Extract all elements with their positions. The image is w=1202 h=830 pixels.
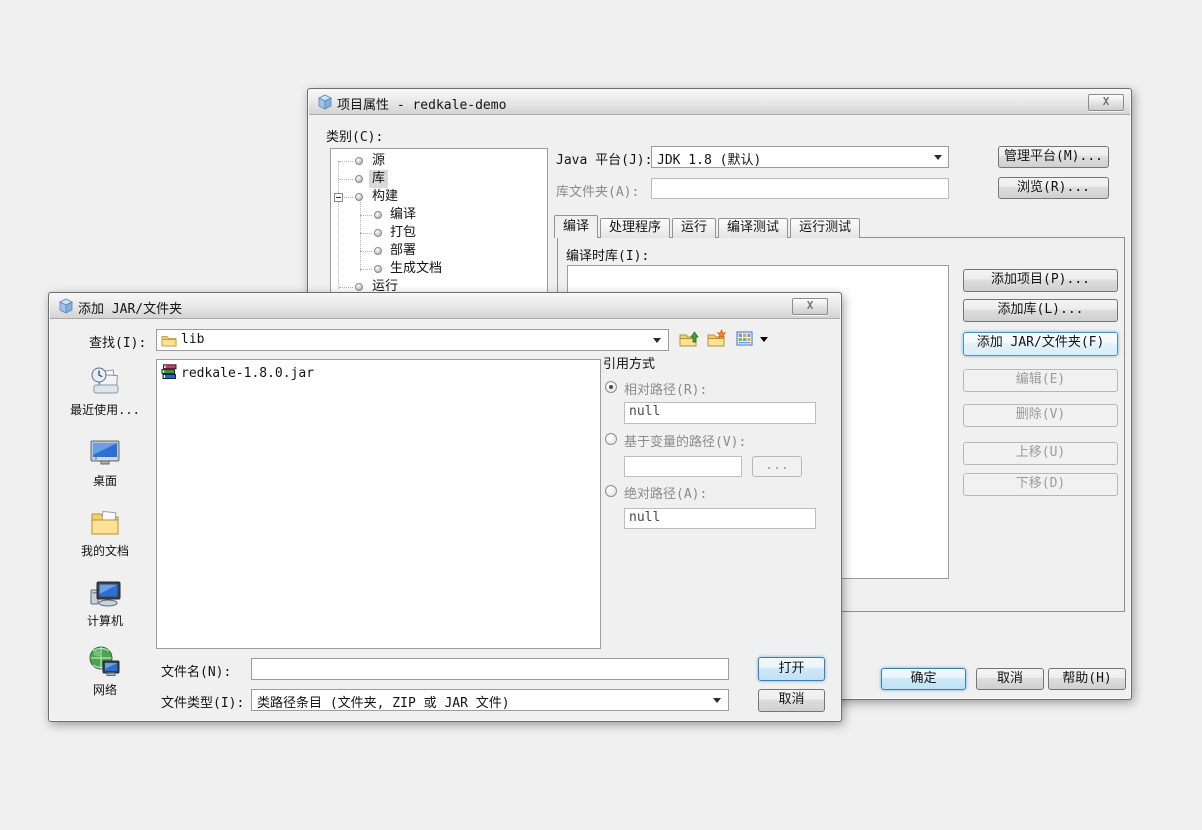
tab-run-tests[interactable]: 运行测试 <box>790 218 860 238</box>
java-platform-label: Java 平台(J): <box>556 149 652 168</box>
place-my-documents[interactable]: 我的文档 <box>61 506 149 559</box>
move-down-button[interactable]: 下移(D) <box>963 473 1118 496</box>
edit-button[interactable]: 编辑(E) <box>963 369 1118 392</box>
remove-button[interactable]: 删除(V) <box>963 404 1118 427</box>
variable-path-field[interactable] <box>624 456 742 477</box>
close-icon[interactable]: X <box>1088 94 1124 111</box>
app-cube-icon <box>58 298 74 314</box>
node-bullet-icon <box>355 283 363 291</box>
properties-titlebar[interactable]: 项目属性 - redkale-demo X <box>309 90 1130 115</box>
file-type-label: 文件类型(I): <box>161 692 244 711</box>
category-label: 类别(C): <box>326 126 383 145</box>
absolute-path-label: 绝对路径(A): <box>624 483 707 502</box>
java-platform-select[interactable]: JDK 1.8 (默认) <box>651 146 949 168</box>
relative-path-radio[interactable] <box>605 381 617 393</box>
absolute-path-field[interactable]: null <box>624 508 816 529</box>
tree-item-deployment[interactable]: 部署 <box>331 242 547 260</box>
collapse-expander-icon[interactable] <box>334 193 343 202</box>
tab-processor[interactable]: 处理程序 <box>600 218 670 238</box>
file-cancel-button[interactable]: 取消 <box>758 689 825 712</box>
app-cube-icon <box>317 94 333 110</box>
file-name-field[interactable] <box>251 658 729 680</box>
libraries-tabstrip: 编译 处理程序 运行 编译测试 运行测试 <box>554 215 862 238</box>
help-button[interactable]: 帮助(H) <box>1048 668 1126 690</box>
move-up-button[interactable]: 上移(U) <box>963 442 1118 465</box>
open-button[interactable]: 打开 <box>758 657 825 681</box>
cancel-button[interactable]: 取消 <box>976 668 1044 690</box>
desktop: { "colors": { "accent_border": "#3c7fb1"… <box>0 0 1202 830</box>
tree-item-build[interactable]: 构建 <box>331 188 547 206</box>
relative-path-field[interactable]: null <box>624 402 816 424</box>
add-jar-folder-dialog: 添加 JAR/文件夹 X 查找(I): lib <box>48 292 842 722</box>
tree-item-documenting[interactable]: 生成文档 <box>331 260 547 278</box>
node-bullet-icon <box>374 211 382 219</box>
node-bullet-icon <box>355 157 363 165</box>
add-project-button[interactable]: 添加项目(P)... <box>963 269 1118 292</box>
properties-title: 项目属性 - redkale-demo <box>337 94 506 113</box>
file-dialog-titlebar[interactable]: 添加 JAR/文件夹 X <box>50 294 840 319</box>
node-bullet-icon <box>355 175 363 183</box>
my-documents-icon <box>88 506 122 540</box>
file-name: redkale-1.8.0.jar <box>181 366 314 381</box>
tree-item-packaging[interactable]: 打包 <box>331 224 547 242</box>
add-jar-folder-button[interactable]: 添加 JAR/文件夹(F) <box>963 332 1118 356</box>
chevron-down-icon <box>653 338 661 343</box>
file-name-label: 文件名(N): <box>161 661 231 680</box>
relative-path-label: 相对路径(R): <box>624 379 707 398</box>
close-icon[interactable]: X <box>792 298 828 315</box>
variable-path-label: 基于变量的路径(V): <box>624 431 746 450</box>
look-in-select[interactable]: lib <box>156 329 669 351</box>
folder-icon <box>161 333 177 349</box>
libraries-folder-label: 库文件夹(A): <box>556 181 639 200</box>
file-dialog-title: 添加 JAR/文件夹 <box>78 298 182 317</box>
file-item-jar[interactable]: redkale-1.8.0.jar <box>161 364 314 381</box>
file-type-select[interactable]: 类路径条目 (文件夹, ZIP 或 JAR 文件) <box>251 689 729 711</box>
reference-panel-title: 引用方式 <box>603 353 655 372</box>
desktop-icon <box>88 436 122 470</box>
network-icon <box>88 645 122 679</box>
chevron-down-icon <box>934 155 942 160</box>
file-list[interactable]: redkale-1.8.0.jar <box>156 359 601 649</box>
node-bullet-icon <box>374 265 382 273</box>
recent-items-icon <box>88 365 122 399</box>
place-computer[interactable]: 计算机 <box>61 576 149 629</box>
browse-button[interactable]: 浏览(R)... <box>998 177 1109 199</box>
absolute-path-radio[interactable] <box>605 485 617 497</box>
add-library-button[interactable]: 添加库(L)... <box>963 299 1118 322</box>
variable-browse-button[interactable]: ... <box>752 456 802 477</box>
tree-item-sources[interactable]: 源 <box>331 152 547 170</box>
ok-button[interactable]: 确定 <box>881 668 966 690</box>
tab-compile-tests[interactable]: 编译测试 <box>718 218 788 238</box>
chevron-down-icon[interactable] <box>760 337 768 342</box>
place-network[interactable]: 网络 <box>61 645 149 698</box>
node-bullet-icon <box>374 247 382 255</box>
node-bullet-icon <box>355 193 363 201</box>
view-menu-icon[interactable] <box>735 329 757 349</box>
chevron-down-icon <box>713 698 721 703</box>
jar-archive-icon <box>161 364 177 380</box>
tab-run[interactable]: 运行 <box>672 218 716 238</box>
place-recent-items[interactable]: 最近使用... <box>61 365 149 418</box>
tab-compile[interactable]: 编译 <box>554 215 598 238</box>
new-folder-icon[interactable] <box>707 329 729 349</box>
tree-item-libraries[interactable]: 库 <box>331 170 547 188</box>
computer-icon <box>88 576 122 610</box>
place-desktop[interactable]: 桌面 <box>61 436 149 489</box>
manage-platforms-button[interactable]: 管理平台(M)... <box>998 146 1109 168</box>
compile-libs-label: 编译时库(I): <box>566 245 649 264</box>
node-bullet-icon <box>374 229 382 237</box>
look-in-label: 查找(I): <box>89 332 146 351</box>
tree-item-compiling[interactable]: 编译 <box>331 206 547 224</box>
up-folder-icon[interactable] <box>679 329 701 349</box>
variable-path-radio[interactable] <box>605 433 617 445</box>
libraries-folder-field[interactable] <box>651 178 949 199</box>
